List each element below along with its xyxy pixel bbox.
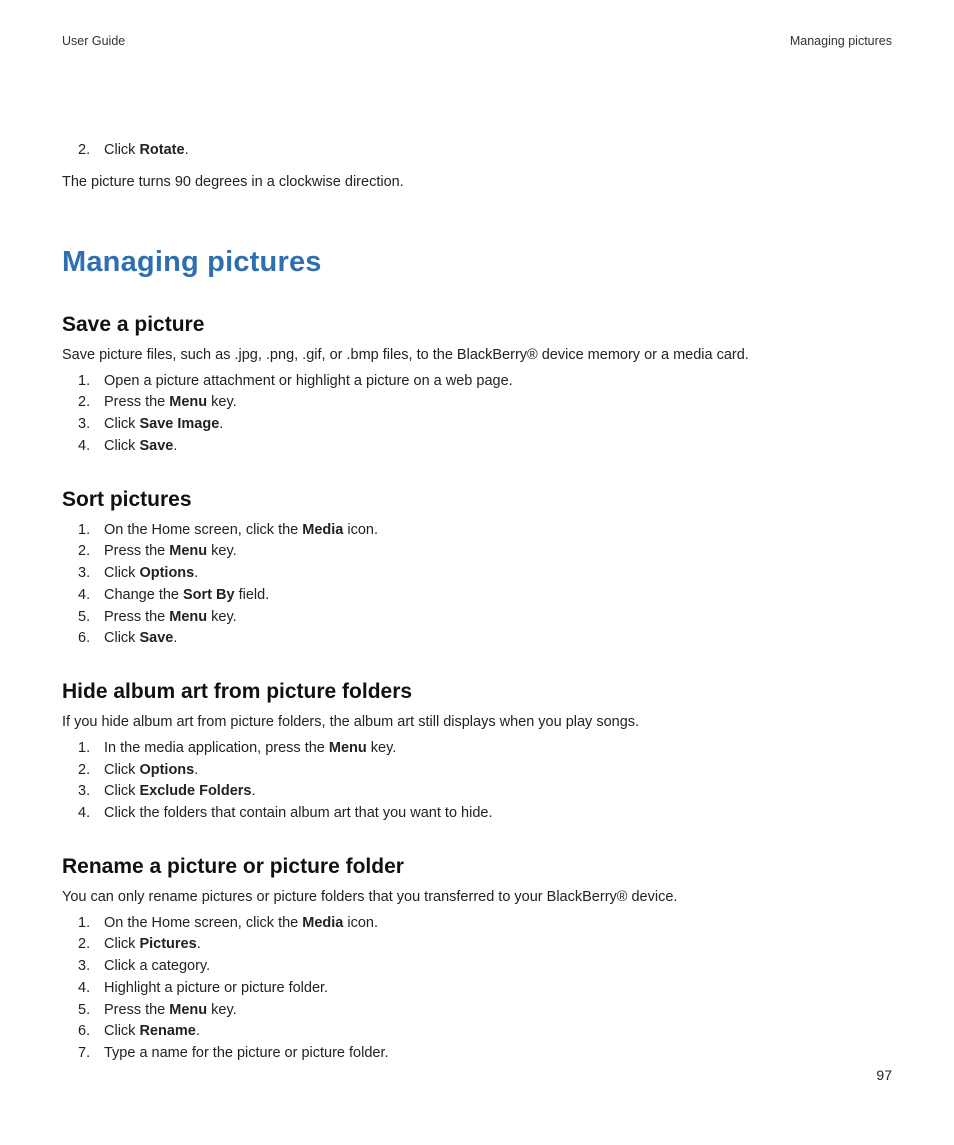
step-item: 2.Press the Menu key. [76, 392, 892, 414]
step-number: 6. [76, 1021, 104, 1043]
step-number: 4. [76, 436, 104, 458]
step-item: 3.Click Exclude Folders. [76, 781, 892, 803]
subsection-description: Save picture files, such as .jpg, .png, … [62, 345, 892, 367]
step-number: 3. [76, 414, 104, 436]
step-item: 2.Click Options. [76, 760, 892, 782]
step-text: Click Exclude Folders. [104, 781, 892, 803]
content-blocks: Save a picture Save picture files, such a… [62, 313, 892, 1065]
page-number: 97 [876, 1067, 892, 1083]
step-text: Click a category. [104, 956, 892, 978]
step-item: 3.Click a category. [76, 956, 892, 978]
intro-step: 2. Click Rotate. [76, 140, 892, 162]
page-header: User Guide Managing pictures [62, 34, 892, 48]
step-number: 1. [76, 738, 104, 760]
step-list: 1.On the Home screen, click the Media ic… [76, 913, 892, 1065]
step-item: 1.On the Home screen, click the Media ic… [76, 520, 892, 542]
step-item: 6.Click Rename. [76, 1021, 892, 1043]
document-page: User Guide Managing pictures 2. Click Ro… [0, 0, 954, 1135]
step-list: 1.On the Home screen, click the Media ic… [76, 520, 892, 651]
step-text: Press the Menu key. [104, 607, 892, 629]
step-text: Click Rotate. [104, 140, 892, 162]
step-text: Click Rename. [104, 1021, 892, 1043]
step-text: Open a picture attachment or highlight a… [104, 371, 892, 393]
step-text: Click Options. [104, 760, 892, 782]
step-item: 3.Click Save Image. [76, 414, 892, 436]
step-number: 4. [76, 585, 104, 607]
subsection-description: If you hide album art from picture folde… [62, 712, 892, 734]
step-item: 3.Click Options. [76, 563, 892, 585]
step-item: 1.In the media application, press the Me… [76, 738, 892, 760]
header-right: Managing pictures [790, 34, 892, 48]
intro-note: The picture turns 90 degrees in a clockw… [62, 174, 892, 190]
step-item: 7.Type a name for the picture or picture… [76, 1043, 892, 1065]
subsection-heading: Sort pictures [62, 488, 892, 512]
step-item: 4.Click the folders that contain album a… [76, 803, 892, 825]
step-item: 6.Click Save. [76, 628, 892, 650]
section-title: Managing pictures [62, 246, 892, 279]
step-number: 7. [76, 1043, 104, 1065]
intro-step-list: 2. Click Rotate. [76, 140, 892, 162]
step-number: 1. [76, 913, 104, 935]
step-text: Click Save. [104, 628, 892, 650]
step-number: 3. [76, 563, 104, 585]
subsection-heading: Hide album art from picture folders [62, 680, 892, 704]
step-text: In the media application, press the Menu… [104, 738, 892, 760]
step-number: 2. [76, 760, 104, 782]
step-item: 5.Press the Menu key. [76, 1000, 892, 1022]
step-text: Click Options. [104, 563, 892, 585]
step-number: 2. [76, 392, 104, 414]
step-item: 1.On the Home screen, click the Media ic… [76, 913, 892, 935]
step-text: Change the Sort By field. [104, 585, 892, 607]
step-text: Click Save Image. [104, 414, 892, 436]
step-text: Press the Menu key. [104, 541, 892, 563]
step-item: 1.Open a picture attachment or highlight… [76, 371, 892, 393]
step-text: Click Save. [104, 436, 892, 458]
step-number: 4. [76, 803, 104, 825]
step-number: 3. [76, 956, 104, 978]
step-item: 4.Highlight a picture or picture folder. [76, 978, 892, 1000]
step-number: 1. [76, 371, 104, 393]
step-text: Type a name for the picture or picture f… [104, 1043, 892, 1065]
step-item: 2.Press the Menu key. [76, 541, 892, 563]
step-text: Click the folders that contain album art… [104, 803, 892, 825]
step-item: 4.Click Save. [76, 436, 892, 458]
step-text: Highlight a picture or picture folder. [104, 978, 892, 1000]
step-number: 6. [76, 628, 104, 650]
step-number: 2. [76, 541, 104, 563]
step-number: 1. [76, 520, 104, 542]
subsection-description: You can only rename pictures or picture … [62, 887, 892, 909]
step-item: 5.Press the Menu key. [76, 607, 892, 629]
step-text: Press the Menu key. [104, 392, 892, 414]
subsection-heading: Save a picture [62, 313, 892, 337]
step-number: 2. [76, 934, 104, 956]
step-number: 4. [76, 978, 104, 1000]
step-text: On the Home screen, click the Media icon… [104, 913, 892, 935]
subsection-heading: Rename a picture or picture folder [62, 855, 892, 879]
step-number: 2. [76, 140, 104, 162]
step-item: 2.Click Pictures. [76, 934, 892, 956]
step-number: 5. [76, 607, 104, 629]
step-number: 5. [76, 1000, 104, 1022]
step-number: 3. [76, 781, 104, 803]
step-text: Click Pictures. [104, 934, 892, 956]
header-left: User Guide [62, 34, 125, 48]
step-list: 1.Open a picture attachment or highlight… [76, 371, 892, 458]
step-text: Press the Menu key. [104, 1000, 892, 1022]
step-list: 1.In the media application, press the Me… [76, 738, 892, 825]
step-text: On the Home screen, click the Media icon… [104, 520, 892, 542]
step-item: 4.Change the Sort By field. [76, 585, 892, 607]
